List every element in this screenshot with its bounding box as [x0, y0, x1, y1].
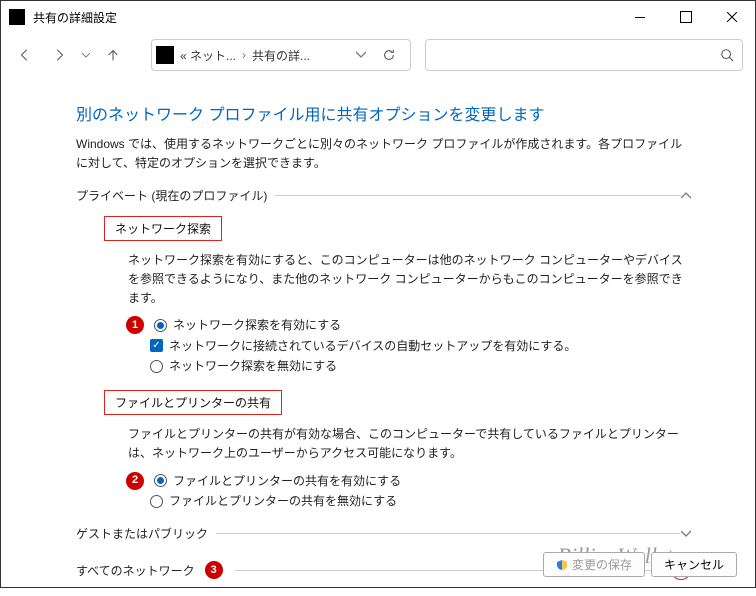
maximize-button[interactable] — [663, 1, 709, 33]
folder-icon — [156, 46, 174, 64]
fileprint-enable-label[interactable]: ファイルとプリンターの共有を有効にする — [173, 471, 401, 491]
footer-buttons: 変更の保存 キャンセル — [543, 552, 737, 577]
all-networks-label: すべてのネットワーク — [76, 562, 195, 579]
guest-public-label: ゲストまたはパブリック — [76, 525, 208, 542]
fileprint-disable-radio[interactable] — [150, 495, 163, 508]
auto-setup-label[interactable]: ネットワークに接続されているデバイスの自動セットアップを有効にする。 — [169, 336, 576, 356]
up-button[interactable] — [99, 41, 127, 69]
marker-3: 3 — [205, 561, 223, 579]
search-box[interactable] — [425, 39, 743, 71]
refresh-button[interactable] — [372, 48, 406, 62]
auto-setup-checkbox[interactable]: ✓ — [150, 339, 163, 352]
private-profile-label: プライベート (現在のプロファイル) — [76, 187, 267, 204]
back-button[interactable] — [11, 41, 39, 69]
marker-2: 2 — [126, 472, 144, 490]
forward-button[interactable] — [45, 41, 73, 69]
fileprint-enable-radio[interactable] — [154, 474, 167, 487]
private-profile-header[interactable]: プライベート (現在のプロファイル) — [76, 187, 691, 204]
content: 別のネットワーク プロファイル用に共有オプションを変更します Windows で… — [1, 77, 755, 596]
guest-public-header[interactable]: ゲストまたはパブリック — [76, 525, 691, 542]
chevron-down-icon[interactable] — [681, 529, 691, 539]
chevron-down-icon[interactable] — [356, 50, 366, 60]
save-label: 変更の保存 — [572, 556, 632, 573]
save-button[interactable]: 変更の保存 — [543, 552, 645, 577]
address-bar[interactable]: « ネット... › 共有の詳... — [151, 39, 411, 71]
cancel-button[interactable]: キャンセル — [651, 552, 737, 577]
breadcrumb-sep: › — [242, 48, 246, 62]
netdisc-disable-label[interactable]: ネットワーク探索を無効にする — [169, 356, 337, 376]
fileprint-disable-label[interactable]: ファイルとプリンターの共有を無効にする — [169, 491, 397, 511]
netdisc-enable-label[interactable]: ネットワーク探索を有効にする — [173, 315, 341, 335]
search-icon — [720, 48, 734, 62]
close-button[interactable] — [709, 1, 755, 33]
cancel-label: キャンセル — [664, 556, 724, 573]
page-title: 別のネットワーク プロファイル用に共有オプションを変更します — [76, 101, 691, 125]
search-input[interactable] — [434, 48, 720, 62]
shield-icon — [556, 559, 568, 571]
intro-text: Windows では、使用するネットワークごとに別々のネットワーク プロファイル… — [76, 135, 691, 173]
chevron-up-icon[interactable] — [681, 191, 691, 201]
minimize-button[interactable] — [617, 1, 663, 33]
window-title: 共有の詳細設定 — [33, 9, 617, 26]
app-icon — [9, 9, 25, 25]
network-discovery-desc: ネットワーク探索を有効にすると、このコンピューターは他のネットワーク コンピュー… — [128, 251, 691, 307]
navbar: « ネット... › 共有の詳... — [1, 33, 755, 77]
netdisc-disable-radio[interactable] — [150, 360, 163, 373]
network-discovery-heading: ネットワーク探索 — [104, 216, 222, 241]
netdisc-enable-radio[interactable] — [154, 319, 167, 332]
breadcrumb-seg-1[interactable]: « ネット... — [180, 47, 236, 64]
breadcrumb-seg-2[interactable]: 共有の詳... — [252, 47, 310, 64]
titlebar: 共有の詳細設定 — [1, 1, 755, 33]
file-printer-heading: ファイルとプリンターの共有 — [104, 390, 282, 415]
marker-1: 1 — [126, 316, 144, 334]
file-printer-desc: ファイルとプリンターの共有が有効な場合、このコンピューターで共有しているファイル… — [128, 425, 691, 462]
recent-dropdown[interactable] — [79, 41, 93, 69]
